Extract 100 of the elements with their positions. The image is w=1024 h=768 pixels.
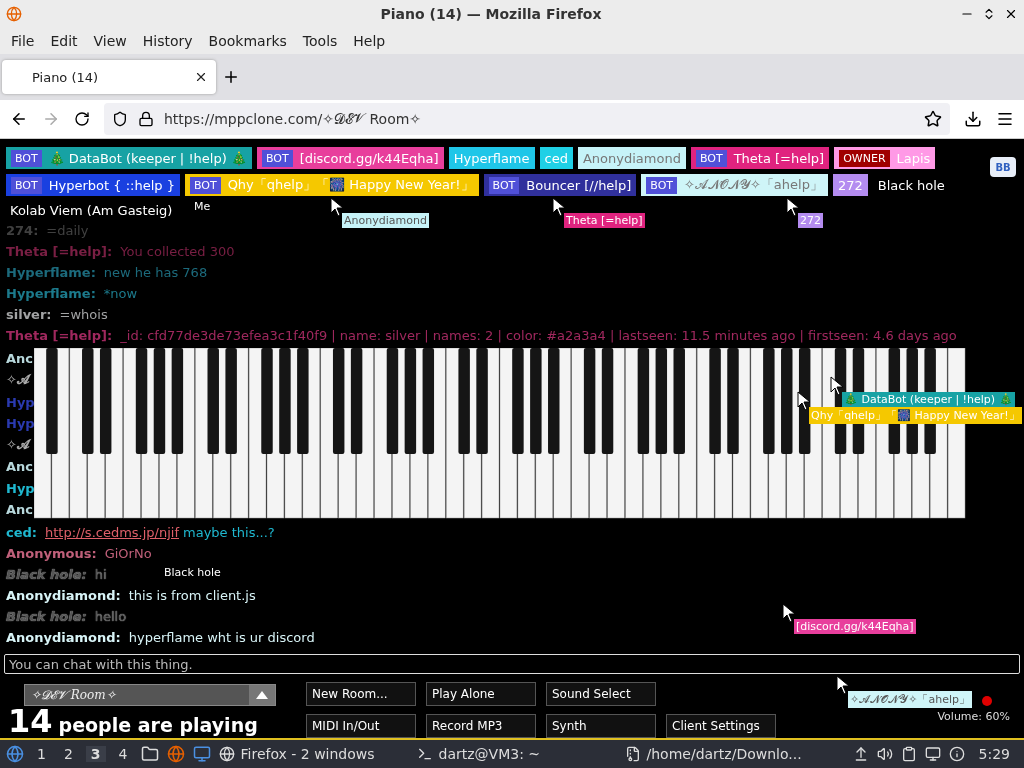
- role-badge: BOT: [646, 176, 678, 194]
- browser-tab[interactable]: Piano (14): [2, 60, 216, 94]
- chat-author: Anc: [6, 351, 34, 367]
- chat-link[interactable]: http://s.cedms.jp/njif: [45, 525, 179, 540]
- chat-author: Hyperflame:: [6, 265, 96, 280]
- close-icon[interactable]: [1004, 7, 1018, 21]
- bb-button[interactable]: BB: [990, 157, 1016, 177]
- volume-label: Volume: 60%: [937, 710, 1010, 723]
- cursor-icon: [797, 391, 811, 411]
- chat-message: hi: [94, 567, 107, 582]
- cursor-label: Anonydiamond: [342, 213, 429, 228]
- notification-icon[interactable]: [948, 746, 965, 762]
- window-title: Piano (14) — Mozilla Firefox: [379, 6, 603, 22]
- chat-message: _id: cfd77de3de73efea3c1f40f9 | name: silver | names: 2 | color: #a2a3a4 | lastseen: 11.5 minutes ago | firstseen: 4.6 days ago: [120, 328, 957, 343]
- chat-message: You collected 300: [120, 244, 235, 259]
- new-tab-icon[interactable]: [222, 68, 240, 86]
- chat-message: GiOrNo: [104, 546, 152, 561]
- network-icon[interactable]: [924, 746, 941, 762]
- folder-icon[interactable]: [140, 745, 159, 763]
- user-tag[interactable]: BOT Qhy「qhelp」「🎆 Happy New Year!」: [184, 174, 479, 196]
- chat-author: Hyp: [6, 480, 34, 496]
- chat-author: Anc: [6, 459, 34, 475]
- role-badge: BOT: [11, 149, 42, 167]
- menu-item[interactable]: View: [85, 33, 135, 49]
- chat-input[interactable]: You can chat with this thing.: [4, 654, 1020, 674]
- menu-button[interactable]: Play Alone: [426, 682, 536, 706]
- role-badge: OWNER: [839, 149, 890, 167]
- chat-author: Anonydiamond:: [6, 630, 121, 645]
- menu-button[interactable]: Sound Select: [546, 682, 656, 706]
- menu-item[interactable]: Edit: [42, 33, 86, 49]
- user-tag[interactable]: BOT Hyperbot { ::help }: [6, 174, 180, 196]
- chat-message: hyperflame wht is ur discord: [128, 630, 315, 645]
- player-count: 14: [8, 706, 53, 736]
- menu-item[interactable]: Bookmarks: [200, 33, 295, 49]
- menu-item[interactable]: File: [3, 33, 43, 49]
- chat-author: Theta [=help]:: [6, 328, 113, 343]
- user-tag[interactable]: OWNER Lapis: [834, 147, 936, 169]
- cursor-icon: [330, 197, 344, 217]
- chat-message: this is from client.js: [128, 588, 256, 603]
- chat-message: maybe this...?: [183, 525, 275, 540]
- workspace-button[interactable]: 4: [113, 746, 133, 762]
- cursor-label: Qhy「qhelp」「🎆 Happy New Year!」: [809, 407, 1022, 424]
- browser-icon: [218, 746, 235, 762]
- user-tag[interactable]: Anonydiamond: [577, 147, 686, 169]
- chat-author: ✧𝓐: [6, 372, 32, 389]
- menu-button[interactable]: New Room...: [306, 682, 416, 706]
- menu-icon[interactable]: [996, 110, 1014, 128]
- clock: 5:29: [978, 746, 1010, 762]
- chat-message: *now: [103, 286, 138, 301]
- chat-author: Anonydiamond:: [6, 588, 121, 603]
- chat-message: hello: [94, 609, 127, 624]
- archive-icon: [624, 746, 641, 762]
- taskbar-button[interactable]: Firefox - 2 windows: [218, 741, 409, 767]
- browser-icon[interactable]: [166, 745, 185, 763]
- user-tag[interactable]: BOT Bouncer [//help]: [483, 174, 637, 196]
- volume-icon[interactable]: [876, 746, 893, 762]
- role-badge: BOT: [488, 176, 520, 194]
- menu-item[interactable]: History: [134, 33, 201, 49]
- clipboard-icon[interactable]: [900, 746, 917, 762]
- taskbar-button[interactable]: dartz@VM3: ~: [416, 741, 617, 767]
- cursor-label: Theta [=help]: [564, 213, 645, 228]
- taskbar-button[interactable]: /home/dartz/Downlo...: [624, 741, 845, 767]
- chat-author: Black hole:: [6, 567, 87, 582]
- menu-button[interactable]: Client Settings: [666, 714, 776, 738]
- workspace-button[interactable]: 1: [32, 746, 51, 762]
- cursor-icon: [836, 675, 850, 695]
- chat-author: Hyp: [6, 415, 34, 431]
- download-icon[interactable]: [964, 110, 982, 128]
- workspace-button[interactable]: 2: [58, 746, 78, 762]
- cursor-label: 272: [798, 213, 823, 228]
- cursor-label: [discord.gg/k44Eqha]: [794, 619, 916, 634]
- knob-icon[interactable]: [981, 696, 992, 706]
- menu-item[interactable]: Tools: [294, 33, 346, 49]
- bookmark-star-icon[interactable]: [924, 110, 942, 128]
- menu-button[interactable]: MIDI In/Out: [306, 714, 416, 738]
- chat-author: ✧𝓐: [6, 437, 32, 454]
- workspace-button[interactable]: 3: [85, 746, 106, 762]
- terminal-icon: [416, 746, 433, 762]
- close-icon[interactable]: [194, 70, 208, 84]
- role-badge: BOT: [11, 176, 42, 194]
- room-select[interactable]: ✧𝓓𝓔𝓥 Room✧: [24, 684, 276, 706]
- user-tag[interactable]: BOT ✧𝓐𝓝𝓞𝓝𝓨✧「ahelp」: [641, 174, 828, 196]
- role-badge: BOT: [261, 149, 293, 167]
- user-tag[interactable]: BOT Theta [=help]: [690, 147, 830, 169]
- address-bar[interactable]: https://mppclone.com/✧𝓓𝓔𝓥 Room✧: [104, 103, 950, 135]
- cursor-icon: [552, 197, 566, 217]
- menu-item[interactable]: Help: [345, 33, 394, 49]
- user-tag[interactable]: BOT 🎄 DataBot (keeper | !help) 🎄: [6, 147, 252, 169]
- chat-author: Anonymous:: [6, 546, 97, 561]
- role-badge: BOT: [695, 149, 727, 167]
- user-tag[interactable]: BOT [discord.gg/k44Eqha]: [256, 147, 444, 169]
- monitor-icon[interactable]: [192, 745, 211, 763]
- reload-icon[interactable]: [74, 111, 90, 127]
- chat-author: Theta [=help]:: [6, 244, 113, 259]
- menu-button[interactable]: Record MP3: [426, 714, 536, 738]
- chat-author: Anc: [6, 501, 34, 517]
- back-icon[interactable]: [10, 110, 28, 128]
- caret-up-icon[interactable]: [256, 691, 268, 699]
- menu-button[interactable]: Synth: [546, 714, 656, 738]
- lock-icon: [138, 111, 154, 127]
